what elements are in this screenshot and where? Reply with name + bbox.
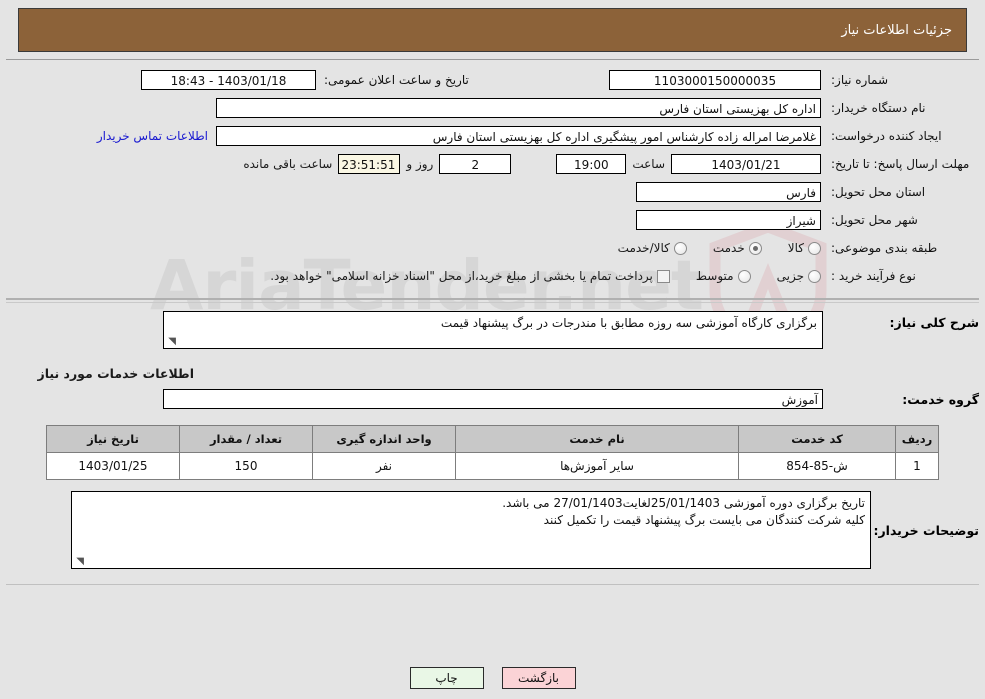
main-panel: شماره نیاز: 1103000150000035 تاریخ و ساع… bbox=[6, 59, 979, 585]
deadline-label: مهلت ارسال پاسخ: تا تاریخ: bbox=[831, 157, 970, 171]
back-button[interactable]: بازگشت bbox=[501, 667, 576, 689]
requester-value: غلامرضا امراله زاده کارشناس امور پیشگیری… bbox=[216, 126, 821, 146]
purchase-type-option-label: جزیی bbox=[776, 269, 804, 283]
row-need-number: شماره نیاز: 1103000150000035 تاریخ و ساع… bbox=[6, 66, 979, 94]
resize-grip-icon[interactable]: ◥ bbox=[166, 337, 176, 347]
remaining-days-value: 2 bbox=[439, 154, 512, 174]
requester-label: ایجاد کننده درخواست: bbox=[831, 129, 942, 143]
need-number-value: 1103000150000035 bbox=[609, 70, 821, 90]
deadline-hour-label: ساعت bbox=[632, 157, 665, 171]
footer-divider bbox=[6, 584, 979, 585]
deadline-date-value: 1403/01/21 bbox=[671, 154, 821, 174]
purchase-type-option-motavaset[interactable]: متوسط bbox=[696, 269, 751, 283]
category-option-label: کالا bbox=[787, 241, 804, 255]
services-section: اطلاعات خدمات مورد نیاز گروه خدمت: آموزش bbox=[6, 356, 979, 413]
remaining-suffix-label: ساعت باقی مانده bbox=[243, 157, 333, 171]
city-label: شهر محل تحویل: bbox=[831, 213, 918, 227]
buyer-org-label: نام دستگاه خریدار: bbox=[831, 101, 926, 115]
category-option-label: خدمت bbox=[712, 241, 745, 255]
row-category: طبقه بندی موضوعی: کالا خدمت کالا/خدمت bbox=[6, 234, 979, 262]
col-code: کد خدمت bbox=[738, 425, 896, 453]
cell-name: سایر آموزش‌ها bbox=[455, 452, 739, 480]
col-qty: تعداد / مقدار bbox=[179, 425, 313, 453]
row-buyer-org: نام دستگاه خریدار: اداره کل بهزیستی استا… bbox=[6, 94, 979, 122]
table-row: 1 ش-85-854 سایر آموزش‌ها نفر 150 1403/01… bbox=[46, 452, 939, 480]
days-and-label: روز و bbox=[406, 157, 434, 171]
radio-icon[interactable] bbox=[748, 241, 762, 255]
need-summary-text: برگزاری کارگاه آموزشی سه روزه مطابق با م… bbox=[440, 316, 817, 330]
treasury-bonds-checkbox-item[interactable]: پرداخت تمام یا بخشی از مبلغ خرید،از محل … bbox=[270, 269, 670, 283]
deadline-hour-value: 19:00 bbox=[556, 154, 627, 174]
cell-need-date: 1403/01/25 bbox=[46, 452, 180, 480]
page-title: جزئیات اطلاعات نیاز bbox=[841, 22, 952, 38]
radio-icon[interactable] bbox=[673, 241, 687, 255]
remaining-time-value: 23:51:51 bbox=[338, 154, 401, 174]
cell-index: 1 bbox=[895, 452, 939, 480]
category-option-kala[interactable]: کالا bbox=[788, 241, 821, 255]
row-province: استان محل تحویل: فارس bbox=[6, 178, 979, 206]
buyer-notes-textarea[interactable]: تاریخ برگزاری دوره آموزشی 25/01/1403لغای… bbox=[71, 491, 871, 569]
cell-code: ش-85-854 bbox=[738, 452, 896, 480]
page-header: جزئیات اطلاعات نیاز bbox=[18, 8, 967, 52]
resize-grip-icon[interactable]: ◥ bbox=[74, 557, 84, 567]
service-group-label: گروه خدمت: bbox=[902, 391, 979, 407]
col-index: ردیف bbox=[895, 425, 939, 453]
buyer-notes-line-2: کلیه شرکت کنندگان می بایست برگ پیشنهاد ق… bbox=[543, 513, 865, 527]
cell-quantity: 150 bbox=[179, 452, 313, 480]
buyer-contact-link[interactable]: اطلاعات تماس خریدار bbox=[89, 129, 216, 143]
services-section-title: اطلاعات خدمات مورد نیاز bbox=[37, 366, 195, 381]
buyer-notes-label: توضیحات خریدار: bbox=[873, 523, 979, 538]
row-deadline: مهلت ارسال پاسخ: تا تاریخ: 1403/01/21 سا… bbox=[6, 150, 979, 178]
buyer-notes-line-1: تاریخ برگزاری دوره آموزشی 25/01/1403لغای… bbox=[502, 496, 865, 510]
province-label: استان محل تحویل: bbox=[831, 185, 926, 199]
need-summary-label: شرح کلی نیاز: bbox=[889, 315, 979, 330]
services-table-wrapper: ردیف کد خدمت نام خدمت واحد اندازه گیری ت… bbox=[46, 425, 939, 480]
category-option-khedmat[interactable]: خدمت bbox=[713, 241, 762, 255]
services-table: ردیف کد خدمت نام خدمت واحد اندازه گیری ت… bbox=[46, 425, 939, 480]
col-name: نام خدمت bbox=[455, 425, 739, 453]
table-header-row: ردیف کد خدمت نام خدمت واحد اندازه گیری ت… bbox=[46, 425, 939, 453]
service-group-value: آموزش bbox=[163, 389, 823, 409]
purchase-type-option-jozii[interactable]: جزیی bbox=[777, 269, 821, 283]
province-value: فارس bbox=[636, 182, 821, 202]
purchase-type-option-label: متوسط bbox=[695, 269, 734, 283]
purchase-type-label: نوع فرآیند خرید : bbox=[831, 269, 916, 283]
row-service-group: گروه خدمت: آموزش bbox=[6, 385, 979, 413]
city-value: شیراز bbox=[636, 210, 821, 230]
cell-unit: نفر bbox=[312, 452, 456, 480]
need-info-block: شماره نیاز: 1103000150000035 تاریخ و ساع… bbox=[6, 60, 979, 303]
need-summary-block: شرح کلی نیاز: برگزاری کارگاه آموزشی سه ر… bbox=[6, 300, 979, 356]
row-purchase-type: نوع فرآیند خرید : جزیی متوسط پرداخت تمام… bbox=[6, 262, 979, 290]
buyer-notes-block: توضیحات خریدار: تاریخ برگزاری دوره آموزش… bbox=[6, 490, 979, 570]
category-label: طبقه بندی موضوعی: bbox=[831, 241, 938, 255]
footer-button-bar: بازگشت چاپ bbox=[0, 667, 985, 689]
radio-icon[interactable] bbox=[808, 241, 821, 255]
checkbox-icon[interactable] bbox=[656, 269, 670, 283]
announce-datetime-value: 1403/01/18 - 18:43 bbox=[141, 70, 316, 90]
radio-icon[interactable] bbox=[808, 269, 821, 283]
treasury-bonds-label: پرداخت تمام یا بخشی از مبلغ خرید،از محل … bbox=[270, 269, 653, 283]
category-option-kala-khedmat[interactable]: کالا/خدمت bbox=[618, 241, 687, 255]
row-requester: ایجاد کننده درخواست: غلامرضا امراله زاده… bbox=[6, 122, 979, 150]
radio-icon[interactable] bbox=[737, 269, 751, 283]
col-unit: واحد اندازه گیری bbox=[312, 425, 456, 453]
buyer-org-value: اداره کل بهزیستی استان فارس bbox=[216, 98, 821, 118]
announce-datetime-label: تاریخ و ساعت اعلان عمومی: bbox=[324, 73, 469, 87]
need-number-label: شماره نیاز: bbox=[831, 73, 888, 87]
col-date: تاریخ نیاز bbox=[46, 425, 180, 453]
print-button[interactable]: چاپ bbox=[409, 667, 484, 689]
row-city: شهر محل تحویل: شیراز bbox=[6, 206, 979, 234]
category-option-label: کالا/خدمت bbox=[617, 241, 670, 255]
need-summary-textarea[interactable]: برگزاری کارگاه آموزشی سه روزه مطابق با م… bbox=[163, 311, 823, 349]
